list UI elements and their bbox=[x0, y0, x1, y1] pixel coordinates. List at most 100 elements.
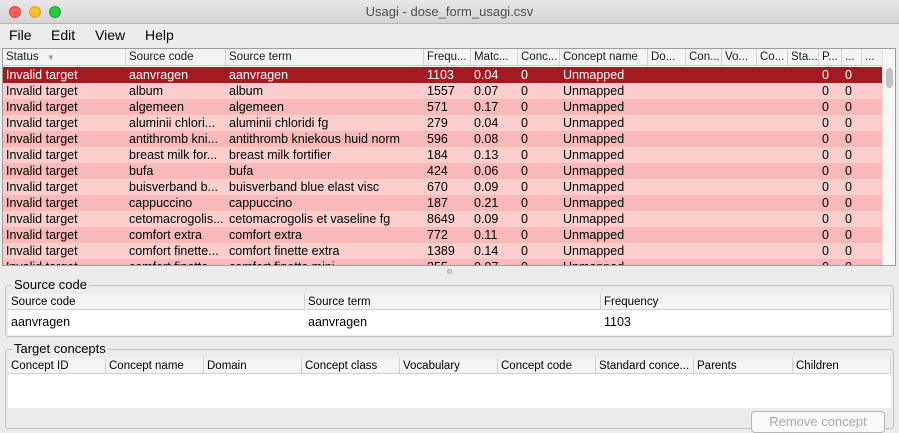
cell-extra bbox=[862, 211, 883, 227]
target-header-concept-code[interactable]: Concept code bbox=[498, 358, 596, 374]
cell-vocabulary bbox=[722, 67, 757, 83]
cell-source-code: comfort finette... bbox=[129, 244, 219, 258]
cell-domain bbox=[648, 67, 686, 83]
cell-concept-code bbox=[757, 131, 788, 147]
column-header-status[interactable]: Status ▼ bbox=[3, 49, 126, 66]
cell-frequency: 571 bbox=[427, 100, 448, 114]
table-row[interactable]: Invalid target algemeen algemeen 571 0.17 0 Un… bbox=[3, 99, 883, 115]
target-header-vocabulary[interactable]: Vocabulary bbox=[400, 358, 498, 374]
target-concepts-panel-title: Target concepts bbox=[12, 341, 108, 356]
cell-source-code: comfort extra bbox=[129, 228, 202, 242]
target-header-children[interactable]: Children bbox=[793, 358, 891, 374]
source-code-header[interactable]: Source code bbox=[8, 294, 305, 310]
cell-children: 0 bbox=[845, 196, 852, 210]
column-header-concept-name[interactable]: Concept name bbox=[560, 49, 648, 66]
cell-source-term: antithromb kniekous huid norm bbox=[229, 132, 400, 146]
remove-concept-button[interactable]: Remove concept bbox=[751, 411, 885, 433]
cell-concept-id: 0 bbox=[521, 180, 528, 194]
cell-frequency: 772 bbox=[427, 228, 448, 242]
cell-frequency: 596 bbox=[427, 132, 448, 146]
target-header-domain[interactable]: Domain bbox=[204, 358, 302, 374]
cell-standard-concept bbox=[788, 243, 819, 259]
title-bar: Usagi - dose_form_usagi.csv bbox=[0, 0, 899, 24]
cell-concept-code bbox=[757, 163, 788, 179]
cell-concept-class bbox=[686, 243, 722, 259]
cell-concept-class bbox=[686, 147, 722, 163]
column-header-extra[interactable]: ... bbox=[862, 49, 883, 66]
split-pane-divider[interactable] bbox=[447, 269, 452, 274]
cell-concept-class bbox=[686, 163, 722, 179]
cell-status: Invalid target bbox=[6, 132, 78, 146]
table-row[interactable]: Invalid target aluminii chlori... aluminii… bbox=[3, 115, 883, 131]
menu-edit[interactable]: Edit bbox=[51, 27, 75, 43]
column-header-standard-concept[interactable]: Sta... bbox=[788, 49, 819, 66]
menu-view[interactable]: View bbox=[95, 27, 125, 43]
cell-children: 0 bbox=[845, 212, 852, 226]
column-header-children[interactable]: ... bbox=[842, 49, 862, 66]
column-header-concept-code[interactable]: Co... bbox=[757, 49, 788, 66]
cell-extra bbox=[862, 195, 883, 211]
cell-concept-code bbox=[757, 115, 788, 131]
table-row[interactable]: Invalid target cetomacrogolis... cetomacro… bbox=[3, 211, 883, 227]
cell-standard-concept bbox=[788, 227, 819, 243]
cell-source-term: aluminii chloridi fg bbox=[229, 116, 329, 130]
menu-file[interactable]: File bbox=[9, 27, 32, 43]
column-header-frequency[interactable]: Frequ... bbox=[424, 49, 471, 66]
cell-children: 0 bbox=[845, 228, 852, 242]
cell-source-code: cetomacrogolis... bbox=[129, 212, 224, 226]
table-row[interactable]: Invalid target comfort extra comfort extra… bbox=[3, 227, 883, 243]
cell-extra bbox=[862, 83, 883, 99]
table-row[interactable]: Invalid target cappuccino cappuccino 187 0.2… bbox=[3, 195, 883, 211]
cell-domain bbox=[648, 195, 686, 211]
menu-help[interactable]: Help bbox=[145, 27, 174, 43]
table-row[interactable]: Invalid targetcomfort finette...comfort … bbox=[3, 259, 883, 265]
frequency-header[interactable]: Frequency bbox=[601, 294, 891, 310]
cell-standard-concept bbox=[788, 115, 819, 131]
cell-concept-class bbox=[686, 99, 722, 115]
vertical-scrollbar[interactable] bbox=[882, 49, 895, 265]
table-row[interactable]: Invalid targetcomfort finette...comfort … bbox=[3, 243, 883, 259]
column-header-source-code[interactable]: Source code bbox=[126, 49, 226, 66]
table-row[interactable]: Invalid target breast milk for... breast m… bbox=[3, 147, 883, 163]
column-header-domain[interactable]: Do... bbox=[648, 49, 686, 66]
target-header-concept-name[interactable]: Concept name bbox=[106, 358, 204, 374]
table-row[interactable]: Invalid target bufa bufa 424 0.06 0 Unmapped 0 0 bbox=[3, 163, 883, 179]
cell-frequency: 1557 bbox=[427, 84, 455, 98]
column-header-parents[interactable]: P... bbox=[819, 49, 842, 66]
column-header-concept-id[interactable]: Conc... bbox=[518, 49, 560, 66]
cell-concept-name: Unmapped bbox=[563, 212, 625, 226]
cell-vocabulary bbox=[722, 259, 757, 265]
target-header-standard-concept[interactable]: Standard conce... bbox=[596, 358, 694, 374]
table-row[interactable]: Invalid target buisverband b... buisverban… bbox=[3, 179, 883, 195]
column-header-concept-class[interactable]: Con... bbox=[686, 49, 722, 66]
cell-match-score: 0.07 bbox=[474, 84, 499, 98]
cell-concept-name: Unmapped bbox=[563, 164, 625, 178]
scrollbar-thumb[interactable] bbox=[886, 68, 893, 88]
table-row[interactable]: Invalid target album album 1557 0.07 0 Unmappe… bbox=[3, 83, 883, 99]
target-header-concept-class[interactable]: Concept class bbox=[302, 358, 400, 374]
cell-parents: 0 bbox=[822, 68, 829, 82]
cell-concept-code bbox=[757, 147, 788, 163]
cell-source-term: bufa bbox=[229, 164, 254, 178]
cell-source-term: cetomacrogolis et vaseline fg bbox=[229, 212, 391, 226]
table-row[interactable]: Invalid target aanvragen aanvragen 1103 0.04… bbox=[3, 67, 883, 83]
codes-table-body: Invalid target aanvragen aanvragen 1103 0.04… bbox=[3, 67, 883, 265]
cell-extra bbox=[862, 179, 883, 195]
cell-concept-id: 0 bbox=[521, 228, 528, 242]
cell-match-score: 0.13 bbox=[474, 148, 499, 162]
target-header-parents[interactable]: Parents bbox=[694, 358, 793, 374]
codes-table-header: Status ▼ Source code Source term Frequ... Ma… bbox=[3, 49, 883, 66]
column-header-vocabulary[interactable]: Vo... bbox=[722, 49, 757, 66]
cell-standard-concept bbox=[788, 99, 819, 115]
cell-parents: 0 bbox=[822, 84, 829, 98]
column-header-match-score[interactable]: Matc... bbox=[471, 49, 518, 66]
cell-vocabulary bbox=[722, 163, 757, 179]
cell-children: 0 bbox=[845, 100, 852, 114]
target-header-concept-id[interactable]: Concept ID bbox=[8, 358, 106, 374]
column-header-source-term[interactable]: Source term bbox=[226, 49, 424, 66]
cell-concept-name: Unmapped bbox=[563, 244, 625, 258]
cell-concept-class bbox=[686, 227, 722, 243]
source-term-header[interactable]: Source term bbox=[305, 294, 601, 310]
cell-concept-id: 0 bbox=[521, 212, 528, 226]
table-row[interactable]: Invalid target antithromb kni... antithrom… bbox=[3, 131, 883, 147]
